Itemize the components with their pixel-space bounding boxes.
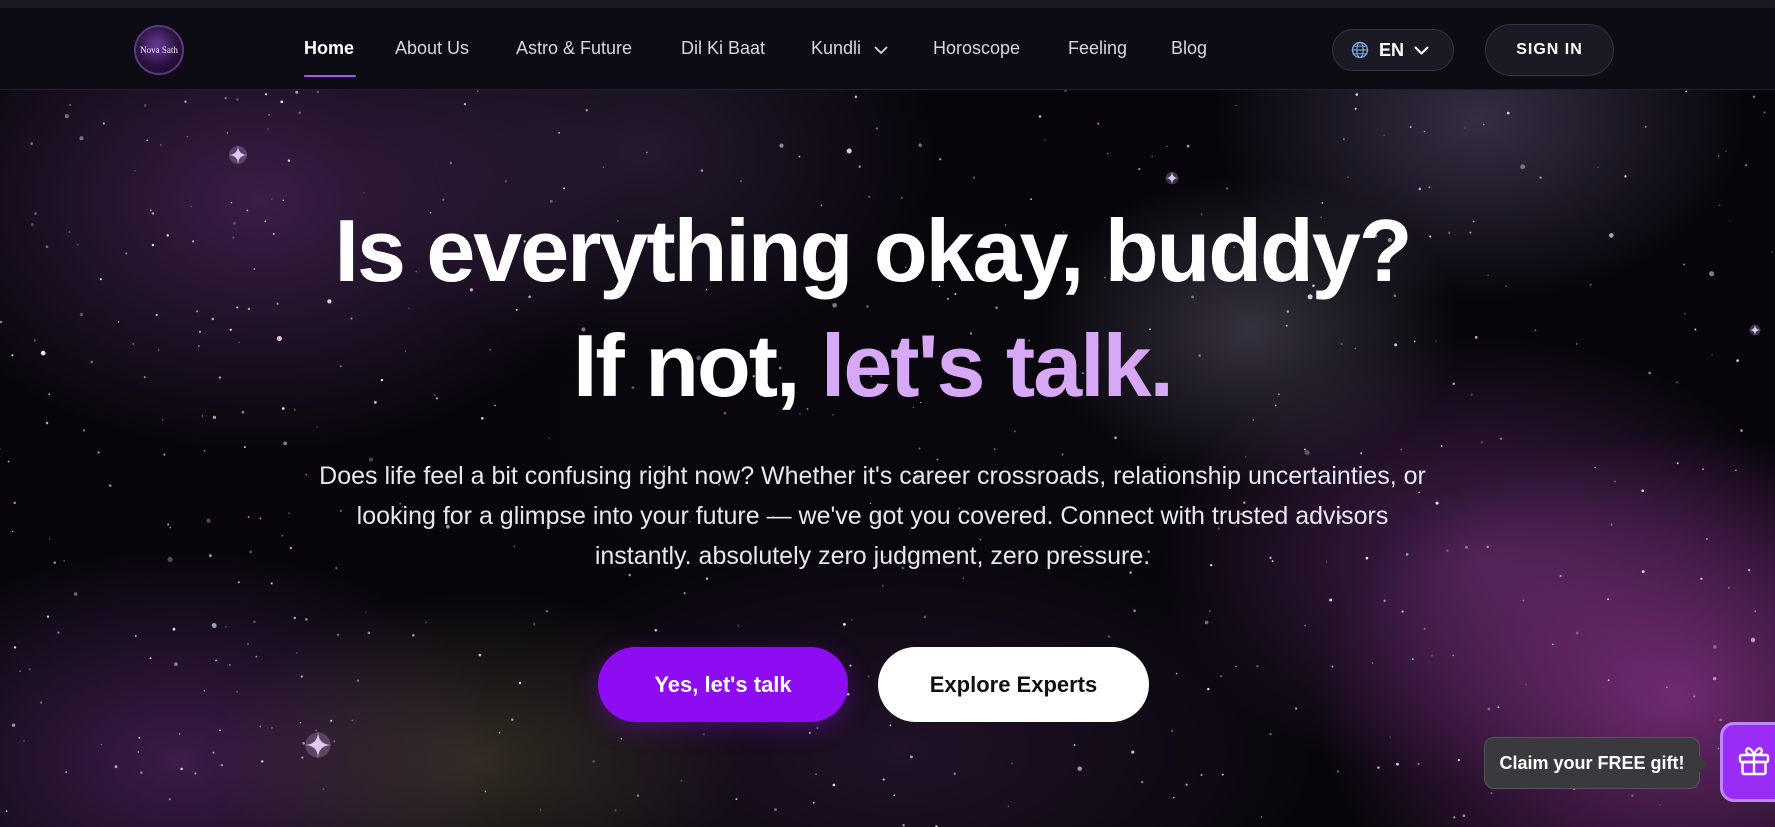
nav-item-dil-ki-baat[interactable]: Dil Ki Baat	[681, 38, 765, 59]
hero-headline-accent: let's talk.	[820, 316, 1174, 415]
top-navbar: Nova Sath Home About Us Astro & Future D…	[0, 0, 1775, 90]
nav-item-label: Blog	[1171, 38, 1208, 58]
active-nav-underline	[304, 75, 356, 77]
logo-text: Nova Sath	[140, 45, 178, 55]
nav-item-about-us[interactable]: About Us	[395, 38, 469, 59]
chevron-down-icon	[874, 39, 888, 60]
nav-item-home[interactable]: Home	[304, 38, 356, 77]
nav-item-label: Kundli	[811, 38, 862, 58]
sign-in-button[interactable]: SIGN IN	[1485, 24, 1614, 76]
gift-tooltip-text: Claim your FREE gift!	[1499, 752, 1685, 773]
gift-tooltip[interactable]: Claim your FREE gift!	[1484, 737, 1708, 789]
gift-icon	[1737, 743, 1771, 782]
language-label: EN	[1379, 39, 1405, 60]
gift-button[interactable]	[1720, 722, 1775, 802]
globe-icon	[1351, 41, 1369, 59]
nav-item-label: Horoscope	[933, 38, 1021, 58]
explore-experts-button[interactable]: Explore Experts	[878, 647, 1149, 722]
hero-description: Does life feel a bit confusing right now…	[319, 462, 1426, 570]
nav-item-blog[interactable]: Blog	[1171, 38, 1207, 59]
hero-headline-line2: If not, let's talk.	[0, 311, 1745, 421]
chevron-down-icon	[1414, 40, 1429, 61]
nav-item-astro-future[interactable]: Astro & Future	[516, 38, 632, 59]
page: Nova Sath Home About Us Astro & Future D…	[0, 0, 1775, 827]
nav-item-kundli[interactable]: Kundli	[811, 38, 888, 60]
nav-item-label: Dil Ki Baat	[681, 38, 766, 58]
nav-item-feeling[interactable]: Feeling	[1068, 38, 1127, 59]
nav-item-label: Astro & Future	[516, 38, 633, 58]
hero-headline-line1: Is everything okay, buddy?	[334, 201, 1413, 300]
hero-headline-plain: If not,	[572, 316, 821, 415]
language-selector[interactable]: EN	[1332, 29, 1454, 71]
nav-item-horoscope[interactable]: Horoscope	[933, 38, 1020, 59]
site-logo[interactable]: Nova Sath	[134, 25, 184, 75]
lets-talk-button[interactable]: Yes, let's talk	[598, 647, 848, 722]
nav-item-label: Feeling	[1068, 38, 1128, 58]
nav-item-label: Home	[304, 38, 355, 58]
nav-item-label: About Us	[395, 38, 470, 58]
